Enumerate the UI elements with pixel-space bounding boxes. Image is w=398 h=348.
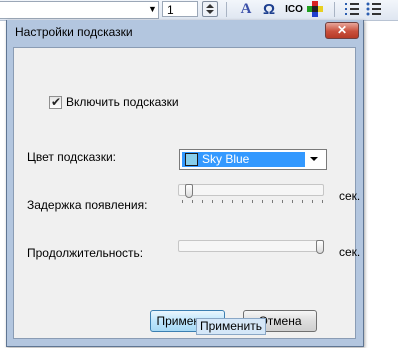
selected-color-text: Sky Blue <box>202 152 250 166</box>
color-swatch <box>185 153 198 166</box>
duration-slider[interactable] <box>178 240 324 266</box>
slider-tick <box>222 200 223 203</box>
font-name-combo[interactable] <box>0 1 159 19</box>
slider-tick <box>232 200 233 203</box>
tooltip-settings-dialog: Настройки подсказки ✕ ✔ Включить подсказ… <box>6 20 364 347</box>
slider-tick <box>262 200 263 203</box>
duration-unit-label: сек. <box>339 245 361 259</box>
dialog-client-area: ✔ Включить подсказки Цвет подсказки: Sky… <box>13 47 360 339</box>
close-icon: ✕ <box>336 23 348 37</box>
font-color-icon[interactable]: A <box>238 1 254 18</box>
spin-down-icon[interactable] <box>206 10 214 14</box>
tooltip-color-label: Цвет подсказки: <box>27 150 116 164</box>
slider-thumb[interactable] <box>185 184 193 198</box>
omega-symbol-icon[interactable]: Ω <box>260 1 278 18</box>
spin-up-icon[interactable] <box>206 4 214 8</box>
toolbar: ▼ 1 A Ω ICO <box>0 0 398 21</box>
bullet-list-icon[interactable] <box>366 1 382 18</box>
slider-thumb[interactable] <box>316 240 324 254</box>
slider-track[interactable] <box>178 240 324 252</box>
slider-tick <box>282 200 283 203</box>
slider-tick <box>212 200 213 203</box>
numbered-list-icon[interactable] <box>344 1 360 18</box>
slider-tick <box>312 200 313 203</box>
toolbar-separator <box>334 2 335 17</box>
slider-tick <box>202 200 203 203</box>
apply-tooltip: Применить <box>196 318 266 335</box>
delay-slider[interactable] <box>178 184 324 210</box>
font-name-dropdown-icon[interactable]: ▼ <box>146 1 159 17</box>
slider-tick <box>322 200 323 203</box>
chevron-down-icon[interactable] <box>310 157 318 161</box>
slider-tick <box>192 200 193 203</box>
enable-tooltips-label[interactable]: Включить подсказки <box>66 95 179 109</box>
toolbar-separator <box>226 2 227 17</box>
enable-tooltips-checkbox[interactable]: ✔ <box>49 95 62 109</box>
slider-tick <box>302 200 303 203</box>
font-size-field[interactable]: 1 <box>162 1 198 17</box>
color-picker-icon[interactable] <box>307 1 323 18</box>
slider-tick <box>242 200 243 203</box>
duration-label: Продолжительность: <box>27 246 144 260</box>
slider-tick <box>182 200 183 203</box>
close-button[interactable]: ✕ <box>325 22 359 39</box>
delay-label: Задержка появления: <box>27 198 148 212</box>
dialog-title: Настройки подсказки <box>15 25 133 39</box>
slider-ticks <box>182 200 323 204</box>
dialog-title-bar[interactable]: Настройки подсказки ✕ <box>7 20 363 48</box>
slider-tick <box>292 200 293 203</box>
selected-color-item: Sky Blue <box>182 152 305 167</box>
slider-tick <box>272 200 273 203</box>
checkmark-icon: ✔ <box>51 95 62 109</box>
ico-icon[interactable]: ICO <box>284 1 304 18</box>
slider-tick <box>252 200 253 203</box>
font-size-spinner[interactable] <box>202 1 218 17</box>
delay-unit-label: сек. <box>339 189 361 203</box>
tooltip-color-select[interactable]: Sky Blue <box>179 149 327 170</box>
slider-track[interactable] <box>178 184 324 196</box>
